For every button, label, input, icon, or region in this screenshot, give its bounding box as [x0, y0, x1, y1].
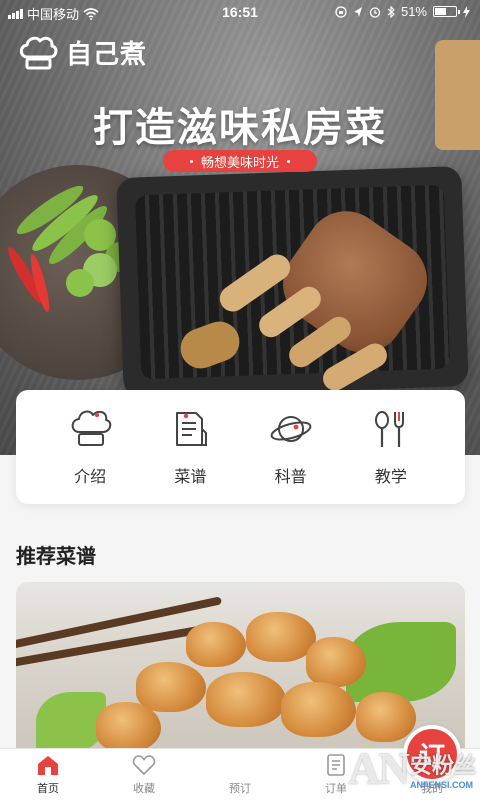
utensils-icon	[374, 411, 404, 447]
lock-rotation-icon	[335, 5, 347, 18]
fried-chicken-decor	[96, 702, 161, 752]
charging-icon	[463, 5, 470, 18]
bluetooth-icon	[387, 5, 395, 18]
quick-action-intro[interactable]: 介绍	[55, 407, 125, 487]
location-icon	[353, 6, 362, 17]
orders-icon	[327, 754, 345, 776]
quick-action-label: 介绍	[74, 469, 107, 486]
fried-chicken-decor	[206, 672, 286, 727]
tagline-text: 畅想美味时光	[200, 154, 279, 170]
quick-action-teaching[interactable]: 教学	[356, 407, 426, 487]
tagline-dot-left	[189, 159, 193, 163]
heart-icon	[132, 755, 156, 776]
quick-actions-card: 介绍 菜谱 科普 教学	[16, 390, 465, 504]
fried-chicken-decor	[356, 692, 416, 742]
quick-action-label: 教学	[374, 469, 407, 486]
quick-action-recipes[interactable]: 菜谱	[155, 407, 225, 487]
app-logo: 自己煮	[18, 34, 147, 71]
quick-action-label: 科普	[274, 469, 307, 486]
watermark-url: ANFENSI.COM	[409, 779, 473, 790]
tab-favorites[interactable]: 收藏	[96, 749, 192, 800]
quick-action-label: 菜谱	[174, 469, 207, 486]
recommended-section-title: 推荐菜谱	[16, 546, 96, 568]
quick-action-science[interactable]: 科普	[256, 407, 326, 487]
watermark-text: 安粉丝	[409, 752, 476, 778]
home-icon	[38, 756, 58, 775]
app-name: 自己煮	[66, 39, 148, 69]
chef-hat-logo-icon	[19, 36, 58, 69]
watermark-mark: AN	[348, 744, 410, 793]
fried-chicken-decor	[186, 622, 246, 667]
chef-hat-icon	[71, 410, 112, 446]
alarm-icon	[369, 6, 381, 18]
tab-home[interactable]: 首页	[0, 749, 96, 800]
fried-chicken-decor	[306, 637, 366, 687]
watermark: AN 安粉丝 ANFENSI.COM	[348, 743, 476, 794]
hero-banner: 中国移动 16:51 51% 自己煮 打造滋味私房菜 畅想美味时光	[0, 0, 480, 455]
tab-label: 收藏	[133, 783, 155, 795]
battery-icon	[433, 6, 460, 17]
banner-tagline: 畅想美味时光	[163, 150, 317, 172]
recipe-book-icon	[176, 412, 208, 446]
tab-reserve[interactable]: 订 预订	[192, 725, 461, 800]
recommended-recipe-image[interactable]	[16, 582, 465, 752]
tagline-dot-right	[287, 159, 290, 163]
tab-label: 首页	[37, 783, 59, 795]
battery-label: 51%	[400, 4, 427, 19]
banner-headline: 打造滋味私房菜	[93, 106, 387, 150]
planet-icon	[270, 416, 312, 442]
fried-chicken-decor	[136, 662, 206, 712]
tab-label: 预订	[229, 783, 251, 795]
status-bar: 中国移动 16:51 51%	[0, 0, 480, 24]
fried-chicken-decor	[281, 682, 356, 737]
tab-label: 订单	[325, 783, 347, 795]
